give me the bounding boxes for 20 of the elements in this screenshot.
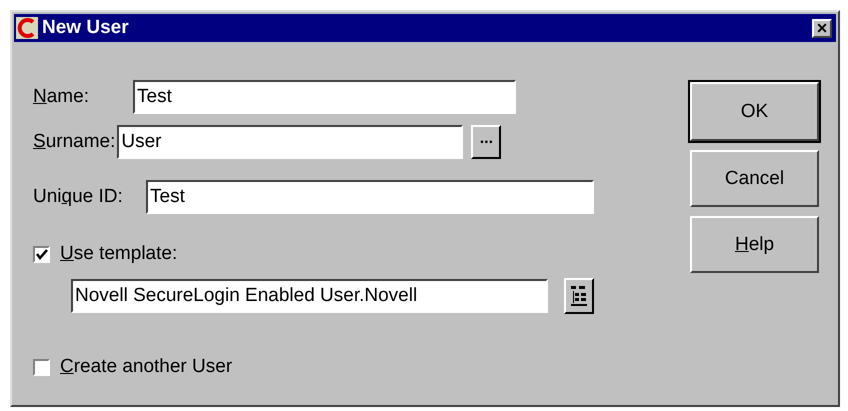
text-field[interactable]: User [117, 125, 464, 159]
field-label: Surname: [33, 131, 116, 153]
window-title: New User [42, 17, 130, 39]
checkbox-label: Use template: [60, 243, 178, 265]
tree-icon [569, 284, 589, 308]
field-label: Name: [33, 86, 90, 108]
dialog-button[interactable]: OK [690, 82, 819, 141]
checkbox[interactable] [33, 358, 50, 376]
checkbox[interactable] [33, 246, 50, 262]
app-logo-icon [16, 17, 38, 39]
text-field[interactable]: Test [146, 180, 594, 214]
template-field[interactable]: Novell SecureLogin Enabled User.Novell [71, 279, 548, 313]
dialog-button[interactable]: Cancel [690, 150, 819, 207]
close-button[interactable]: × [812, 18, 832, 38]
browse-button[interactable]: ... [471, 125, 502, 159]
field-label: Unique ID: [33, 186, 124, 208]
dialog-button[interactable]: Help [690, 216, 819, 273]
text-field[interactable]: Test [133, 80, 516, 114]
checkbox-label: Create another User [60, 356, 232, 378]
tree-browse-button[interactable] [564, 278, 594, 314]
